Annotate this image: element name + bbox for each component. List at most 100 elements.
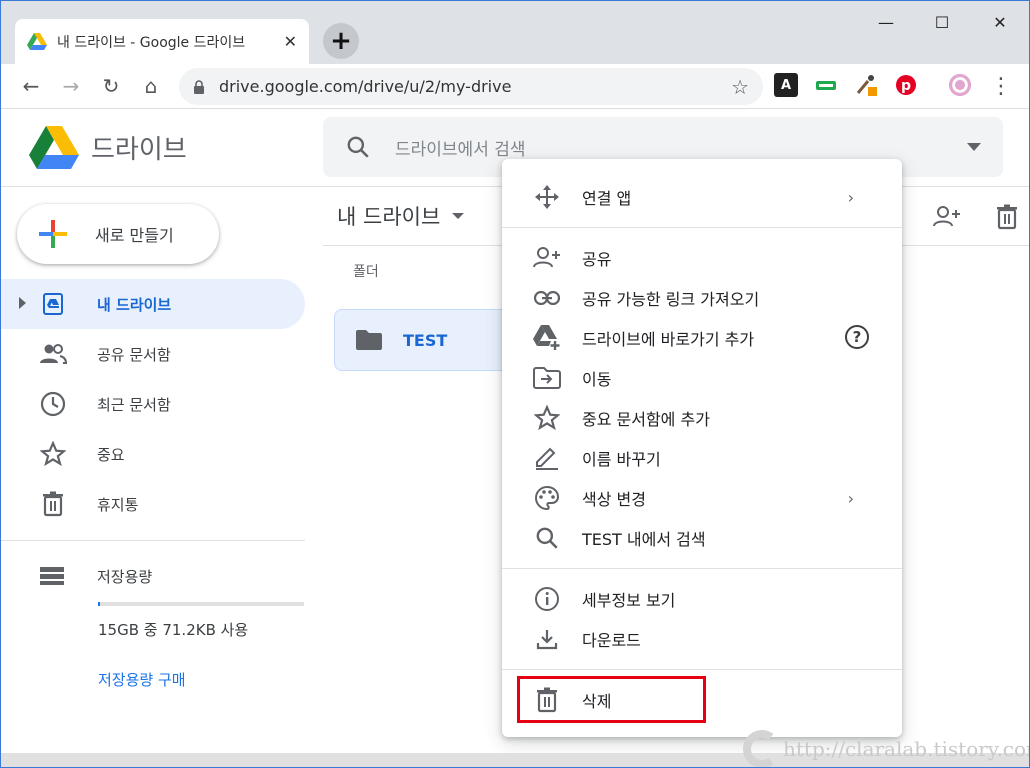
sidebar-divider bbox=[1, 540, 305, 541]
menu-item-download[interactable]: 다운로드 bbox=[502, 619, 902, 659]
menu-item-open-with[interactable]: 연결 앱 › bbox=[502, 177, 902, 217]
reload-button[interactable]: ↻ bbox=[97, 72, 125, 100]
annotation-highlight-box bbox=[517, 676, 706, 723]
tab-title: 내 드라이브 - Google 드라이브 bbox=[57, 34, 246, 51]
watermark: http://claralab.tistory.com bbox=[741, 729, 1030, 767]
menu-item-label: 세부정보 보기 bbox=[582, 591, 676, 610]
storage-bar bbox=[98, 602, 304, 606]
move-to-icon bbox=[532, 363, 562, 393]
folder-name: TEST bbox=[403, 330, 448, 350]
drive-add-icon bbox=[532, 323, 562, 353]
address-bar[interactable]: drive.google.com/drive/u/2/my-drive ☆ bbox=[179, 68, 763, 105]
delete-icon[interactable] bbox=[991, 201, 1023, 233]
extension-tag-icon[interactable] bbox=[814, 73, 838, 97]
sidebar-item-label: 최근 문서함 bbox=[97, 395, 171, 414]
forward-button[interactable]: → bbox=[57, 72, 85, 100]
people-icon bbox=[39, 340, 67, 368]
sidebar-item-label: 휴지통 bbox=[97, 495, 139, 514]
home-button[interactable]: ⌂ bbox=[137, 72, 165, 100]
page-title-text: 내 드라이브 bbox=[337, 205, 441, 229]
extension-a-icon[interactable]: A bbox=[774, 73, 798, 97]
menu-item-get-link[interactable]: 공유 가능한 링크 가져오기 bbox=[502, 278, 902, 318]
sidebar-nav: 내 드라이브 공유 문서함 최근 문서함 중요 휴지통 bbox=[1, 279, 305, 529]
menu-item-label: 드라이브에 바로가기 추가 bbox=[582, 330, 755, 349]
clock-icon bbox=[39, 390, 67, 418]
pencil-icon bbox=[532, 443, 562, 473]
my-drive-icon bbox=[39, 290, 67, 318]
add-person-icon bbox=[532, 243, 562, 273]
lock-icon bbox=[194, 79, 204, 94]
menu-divider bbox=[502, 227, 902, 228]
menu-item-search-within[interactable]: TEST 내에서 검색 bbox=[502, 518, 902, 558]
tab-close-icon[interactable]: ✕ bbox=[284, 32, 297, 51]
sidebar-item-recent[interactable]: 최근 문서함 bbox=[1, 379, 305, 429]
pinterest-icon[interactable]: p bbox=[894, 73, 918, 97]
buy-storage-link[interactable]: 저장용량 구매 bbox=[98, 669, 186, 690]
menu-item-share[interactable]: 공유 bbox=[502, 238, 902, 278]
bookmark-star-icon[interactable]: ☆ bbox=[731, 75, 749, 99]
menu-item-move[interactable]: 이동 bbox=[502, 358, 902, 398]
menu-item-label: 연결 앱 bbox=[582, 189, 632, 208]
drive-logo-icon bbox=[29, 126, 79, 169]
sidebar-item-shared[interactable]: 공유 문서함 bbox=[1, 329, 305, 379]
minimize-button[interactable]: — bbox=[857, 7, 915, 37]
url-text: drive.google.com/drive/u/2/my-drive bbox=[219, 77, 512, 96]
menu-item-label: 이동 bbox=[582, 370, 612, 389]
move-arrows-icon bbox=[532, 182, 562, 212]
sidebar-item-label: 중요 bbox=[97, 445, 125, 464]
plus-icon bbox=[39, 220, 67, 248]
svg-text:?: ? bbox=[853, 328, 862, 346]
menu-item-label: 공유 가능한 링크 가져오기 bbox=[582, 290, 760, 309]
browser-toolbar: ← → ↻ ⌂ drive.google.com/drive/u/2/my-dr… bbox=[1, 64, 1029, 109]
menu-item-change-color[interactable]: 색상 변경 › bbox=[502, 478, 902, 518]
maximize-button[interactable]: ☐ bbox=[913, 7, 971, 37]
palette-icon bbox=[532, 483, 562, 513]
context-menu: 연결 앱 › 공유 공유 가능한 링크 가져오기 드라이브에 바로가기 추가 ? bbox=[502, 159, 902, 737]
search-options-icon[interactable] bbox=[967, 143, 981, 151]
sidebar-item-trash[interactable]: 휴지통 bbox=[1, 479, 305, 529]
menu-item-details[interactable]: 세부정보 보기 bbox=[502, 579, 902, 619]
new-button-label: 새로 만들기 bbox=[95, 226, 174, 245]
star-icon bbox=[532, 403, 562, 433]
menu-item-label: 색상 변경 bbox=[582, 490, 646, 509]
profile-avatar-icon[interactable] bbox=[948, 73, 972, 97]
menu-item-label: 중요 문서함에 추가 bbox=[582, 410, 710, 429]
add-person-icon[interactable] bbox=[931, 201, 963, 233]
storage-row[interactable]: 저장용량 bbox=[39, 561, 305, 591]
browser-tab[interactable]: 내 드라이브 - Google 드라이브 ✕ bbox=[15, 19, 309, 64]
submenu-arrow-icon: › bbox=[847, 488, 854, 508]
menu-item-add-shortcut[interactable]: 드라이브에 바로가기 추가 ? bbox=[502, 318, 902, 358]
help-icon[interactable]: ? bbox=[844, 324, 870, 354]
back-button[interactable]: ← bbox=[17, 72, 45, 100]
menu-item-label: TEST 내에서 검색 bbox=[582, 530, 706, 549]
watermark-text: http://claralab.tistory.com bbox=[783, 737, 1030, 761]
info-icon bbox=[532, 584, 562, 614]
menu-item-rename[interactable]: 이름 바꾸기 bbox=[502, 438, 902, 478]
star-icon bbox=[39, 440, 67, 468]
search-input[interactable]: 드라이브에서 검색 bbox=[395, 135, 967, 160]
submenu-arrow-icon: › bbox=[847, 187, 854, 207]
menu-divider bbox=[502, 568, 902, 569]
sidebar-item-starred[interactable]: 중요 bbox=[1, 429, 305, 479]
storage-icon bbox=[40, 567, 64, 585]
download-icon bbox=[532, 624, 562, 654]
extension-dropper-icon[interactable] bbox=[854, 73, 878, 97]
menu-item-label: 다운로드 bbox=[582, 631, 641, 650]
new-tab-button[interactable]: + bbox=[323, 23, 359, 59]
new-button[interactable]: 새로 만들기 bbox=[17, 204, 219, 264]
folder-icon bbox=[356, 330, 382, 350]
sidebar-item-my-drive[interactable]: 내 드라이브 bbox=[1, 279, 305, 329]
close-window-button[interactable]: ✕ bbox=[971, 7, 1029, 37]
tab-strip: 내 드라이브 - Google 드라이브 ✕ + — ☐ ✕ bbox=[1, 1, 1029, 64]
svg-text:p: p bbox=[901, 78, 911, 94]
browser-window: 내 드라이브 - Google 드라이브 ✕ + — ☐ ✕ ← → ↻ ⌂ d… bbox=[0, 0, 1030, 768]
page-title[interactable]: 내 드라이브 bbox=[337, 201, 465, 231]
title-dropdown-icon bbox=[452, 213, 465, 219]
menu-item-add-to-starred[interactable]: 중요 문서함에 추가 bbox=[502, 398, 902, 438]
storage-bar-fill bbox=[98, 602, 101, 606]
menu-divider bbox=[502, 669, 902, 670]
browser-menu-icon[interactable]: ⋮ bbox=[987, 72, 1015, 100]
expand-caret-icon[interactable] bbox=[19, 297, 26, 309]
watermark-logo-icon bbox=[743, 730, 774, 767]
section-label-folders: 폴더 bbox=[353, 264, 379, 280]
